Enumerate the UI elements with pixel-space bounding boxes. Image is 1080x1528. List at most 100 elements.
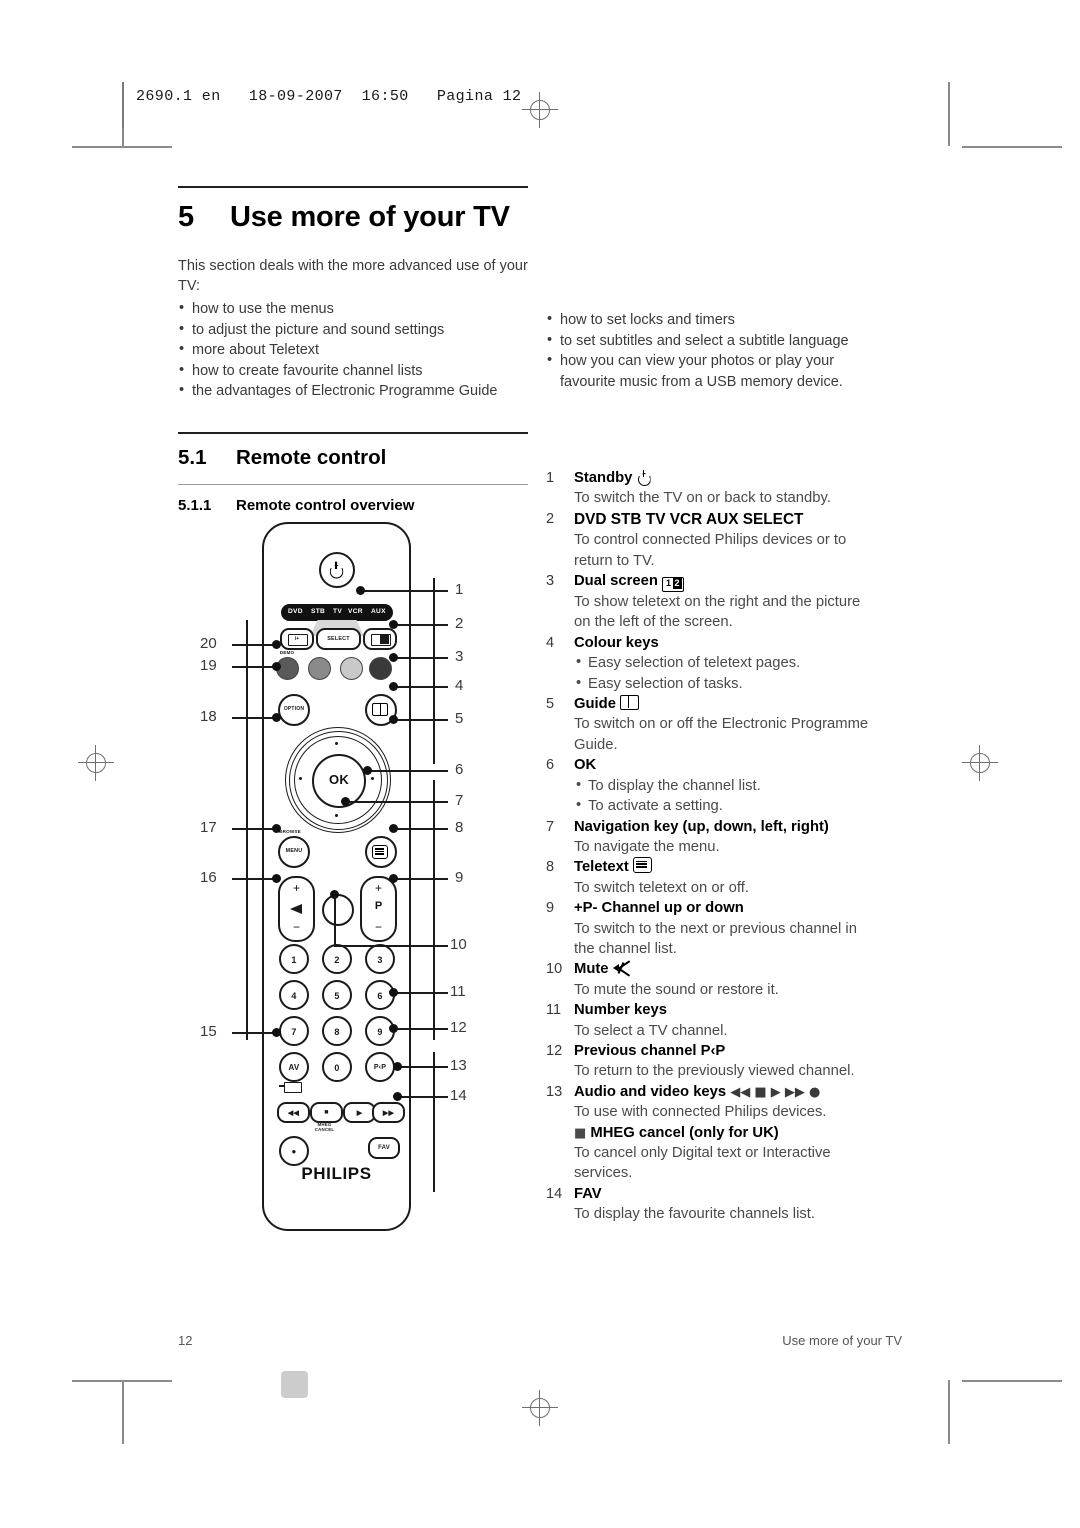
remote-select-button[interactable]: SELECT — [316, 628, 361, 650]
remote-option-button[interactable]: OPTION — [278, 694, 310, 726]
legend-subbullets: Easy selection of teletext pages. Easy s… — [546, 652, 904, 694]
remote-standby-button[interactable] — [319, 552, 355, 588]
av-transport-icons: ◀◀ ■ ▶ ▶▶ ● — [730, 1084, 821, 1100]
program-plus[interactable]: + — [362, 881, 395, 895]
callout-number-15: 15 — [200, 1023, 217, 1040]
nav-left-dot[interactable] — [299, 777, 302, 780]
mheg-cancel-label: MHEG CANCEL — [314, 1122, 335, 1133]
remote-teletext-button[interactable] — [365, 836, 397, 868]
callout-line-19 — [232, 666, 276, 668]
remote-colour-key-blue[interactable] — [369, 657, 392, 680]
callout-line-18 — [232, 717, 276, 719]
legend-sub-desc: To cancel only Digital text or Interacti… — [574, 1145, 831, 1161]
remote-mute-button[interactable] — [322, 894, 354, 926]
legend-desc: return to TV. — [574, 552, 655, 569]
callout-dot-16 — [272, 874, 281, 883]
remote-volume-rocker[interactable]: + − — [278, 876, 315, 942]
nav-right-dot[interactable] — [371, 777, 374, 780]
legend-number: 1 — [546, 470, 555, 486]
callout-dot-20 — [272, 640, 281, 649]
remote-colour-key-yellow[interactable] — [340, 657, 363, 680]
remote-colour-key-green[interactable] — [308, 657, 331, 680]
remote-key-1[interactable]: 1 — [279, 944, 309, 974]
remote-rewind-button[interactable]: ◀◀ — [277, 1102, 310, 1123]
legend-bullet: To display the channel list. — [574, 775, 904, 796]
program-minus[interactable]: − — [362, 920, 395, 934]
remote-key-5[interactable]: 5 — [322, 980, 352, 1010]
legend-title-text: +P- Channel up or down — [574, 900, 744, 917]
legend-number: 6 — [546, 757, 555, 774]
footer-page-number: 12 — [178, 1333, 193, 1348]
remote-ok-button[interactable]: OK — [312, 754, 366, 808]
legend-title: Colour keys — [574, 633, 904, 653]
remote-key-2[interactable]: 2 — [322, 944, 352, 974]
legend-title-text: Dual screen — [574, 573, 658, 590]
chapter-rule — [178, 186, 528, 188]
callout-line-12 — [393, 1028, 448, 1030]
callout-number-16: 16 — [200, 869, 217, 886]
remote-program-rocker[interactable]: + P − — [360, 876, 397, 942]
legend-title-text: Mute — [574, 961, 609, 978]
footer-title: Use more of your TV — [782, 1333, 902, 1348]
remote-key-8[interactable]: 8 — [322, 1016, 352, 1046]
subsection-title-text: Remote control overview — [236, 497, 415, 514]
list-item: the advantages of Electronic Programme G… — [178, 380, 528, 402]
legend-bullet: To activate a setting. — [574, 795, 904, 816]
remote-stop-button[interactable]: ■ — [310, 1102, 343, 1123]
remote-key-7[interactable]: 7 — [279, 1016, 309, 1046]
remote-key-0[interactable]: 0 — [322, 1052, 352, 1082]
legend-title-text: Standby — [574, 470, 633, 486]
callout-number-19: 19 — [200, 657, 217, 674]
legend-item-1: 1 Standby — [546, 468, 904, 488]
legend-title: Number keys — [574, 1000, 904, 1020]
remote-fav-button[interactable]: FAV — [368, 1137, 400, 1159]
guide-book-icon — [372, 703, 388, 716]
av-input-icon — [284, 1082, 302, 1093]
legend-desc: the channel list. — [574, 940, 677, 957]
legend-item-7: 7 Navigation key (up, down, left, right) — [546, 817, 904, 837]
callout-guide-right-3 — [433, 1052, 435, 1192]
volume-plus[interactable]: + — [280, 881, 313, 895]
subsection-rule — [178, 484, 528, 485]
intro-bullets-right: how to set locks and timers to set subti… — [546, 309, 901, 392]
callout-line-16 — [232, 878, 276, 880]
remote-record-button[interactable]: ● — [279, 1136, 309, 1166]
list-item: how to set locks and timers — [546, 309, 901, 331]
info-label: i+ — [294, 635, 300, 642]
callout-dot-17 — [272, 824, 281, 833]
remote-info-button[interactable]: i+ — [280, 628, 314, 650]
chapter-title: Use more of your TV — [230, 201, 510, 233]
section-heading-block: 5.1 Remote control 5.1.1 Remote control ov… — [178, 432, 528, 514]
legend-item-6: 6 OK — [546, 755, 904, 775]
dual-screen-a: 1 — [664, 578, 673, 590]
bullet-text: how to use the menus — [192, 301, 334, 318]
legend-title: Previous channel P‹P — [574, 1041, 904, 1061]
legend-number: 9 — [546, 900, 555, 917]
legend-title-text: Number keys — [574, 1002, 667, 1019]
key-label: 5 — [334, 991, 340, 1001]
callout-number-18: 18 — [200, 708, 217, 725]
left-column: 5 Use more of your TV This section deals … — [178, 186, 528, 402]
legend-item-8: 8 Teletext — [546, 857, 904, 877]
remote-key-4[interactable]: 4 — [279, 980, 309, 1010]
legend-item-3: 3 Dual screen 12 — [546, 571, 904, 593]
remote-menu-button[interactable]: MENU — [278, 836, 310, 868]
callout-line-1 — [360, 590, 448, 592]
key-label: 1 — [291, 955, 297, 965]
volume-minus[interactable]: − — [280, 920, 313, 934]
nav-down-dot[interactable] — [335, 814, 338, 817]
callout-dot-4 — [389, 682, 398, 691]
philips-logo: PHILIPS — [301, 1164, 372, 1183]
dual-screen-icon: 12 — [662, 577, 685, 593]
remote-key-previous-channel[interactable]: P‹P — [365, 1052, 395, 1082]
legend-number: 13 — [546, 1083, 563, 1100]
remote-dual-screen-button[interactable] — [363, 628, 397, 650]
remote-key-3[interactable]: 3 — [365, 944, 395, 974]
legend-title-text: Teletext — [574, 859, 629, 876]
legend-title: +P- Channel up or down — [574, 898, 904, 918]
callout-vert-10 — [334, 896, 336, 946]
remote-key-av[interactable]: AV — [279, 1052, 309, 1082]
remote-forward-button[interactable]: ▶▶ — [372, 1102, 405, 1123]
stop-icon: ■ — [324, 1109, 329, 1116]
nav-up-dot[interactable] — [335, 742, 338, 745]
